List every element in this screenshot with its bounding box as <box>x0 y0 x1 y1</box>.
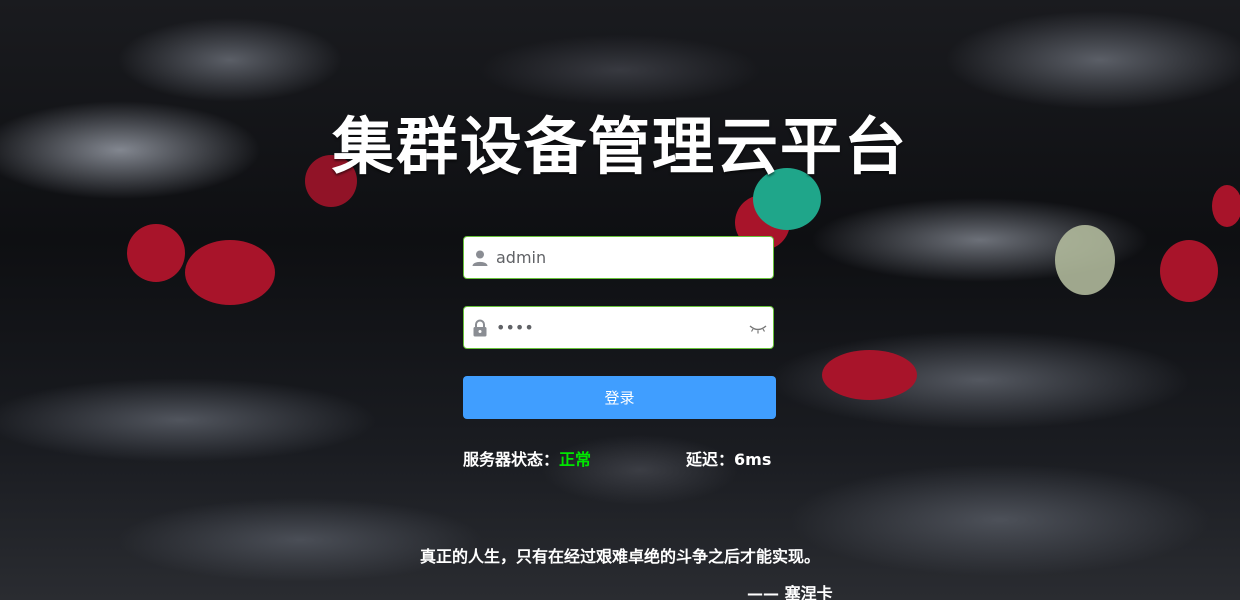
background-light <box>822 350 917 400</box>
background-light <box>185 240 275 305</box>
user-icon <box>471 249 489 267</box>
page-title: 集群设备管理云平台 <box>331 110 908 183</box>
login-page: 集群设备管理云平台 登录 <box>0 0 1240 600</box>
username-field[interactable] <box>463 236 774 279</box>
password-input[interactable] <box>496 307 746 348</box>
background-light <box>1055 225 1115 295</box>
password-field[interactable] <box>463 306 774 349</box>
server-status-value: 正常 <box>559 450 592 469</box>
latency-label: 延迟： <box>686 450 735 469</box>
latency-value: 6ms <box>734 450 772 469</box>
background-light <box>1160 240 1218 302</box>
lock-icon <box>471 319 489 337</box>
eye-closed-icon[interactable] <box>749 320 767 334</box>
background-light <box>127 224 185 282</box>
quote-text: 真正的人生，只有在经过艰难卓绝的斗争之后才能实现。 <box>419 547 820 566</box>
server-status-label: 服务器状态： <box>463 450 560 469</box>
login-button[interactable]: 登录 <box>463 376 776 419</box>
quote-author: —— 塞涅卡 <box>747 584 833 600</box>
latency-status: 延迟：6ms <box>686 446 771 470</box>
background-image <box>0 0 1240 600</box>
username-input[interactable] <box>496 237 746 278</box>
server-status: 服务器状态：正常 <box>463 446 591 470</box>
background-light <box>1212 185 1240 227</box>
